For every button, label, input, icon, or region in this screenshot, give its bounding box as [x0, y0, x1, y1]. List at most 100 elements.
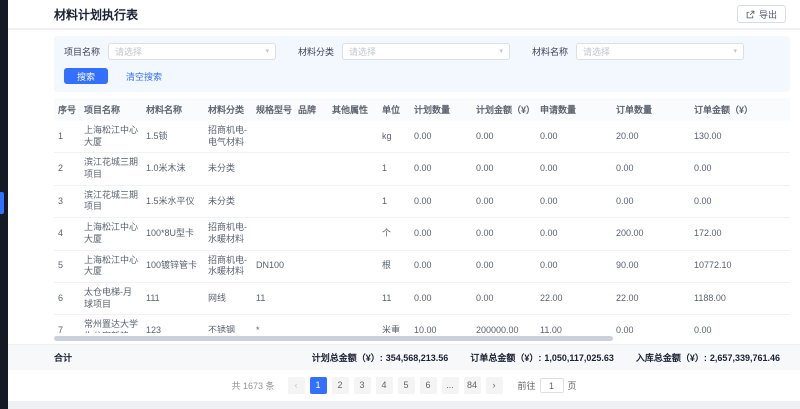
- goto-prefix-label: 前往: [518, 379, 536, 392]
- inbound-total-amount: 入库总金额（¥）:2,657,339,761.46: [636, 351, 780, 364]
- table-row: 4上海松江中心大厦100*8U型卡招商机电-水暖材料个0.000.000.002…: [54, 218, 790, 250]
- goto-page-input[interactable]: [540, 378, 564, 393]
- table-cell: 11: [252, 282, 294, 314]
- page-title: 材料计划执行表: [54, 6, 138, 23]
- table-cell: 0.00: [690, 185, 790, 217]
- column-header: 序号: [54, 98, 80, 121]
- table-cell: 0.00: [410, 153, 472, 185]
- table-cell: 招商机电-水暖材料: [204, 218, 252, 250]
- search-button[interactable]: 搜索: [64, 68, 108, 84]
- table-header-row: 序号项目名称材料名称材料分类规格型号品牌其他属性单位计划数量计划金额（¥）申请数…: [54, 98, 790, 121]
- table-cell: 0.00: [536, 121, 612, 153]
- pagination-goto: 前往 页: [518, 378, 577, 393]
- table-cell: [294, 153, 328, 185]
- select-placeholder: 请选择: [583, 45, 610, 58]
- table-cell: [328, 250, 378, 282]
- table-cell: [328, 218, 378, 250]
- pagination-page-5[interactable]: 5: [398, 377, 415, 394]
- table-cell: 0.00: [690, 315, 790, 333]
- table-cell: 0.00: [612, 153, 690, 185]
- pagination-page-6[interactable]: 6: [420, 377, 437, 394]
- clear-search-link[interactable]: 清空搜索: [126, 70, 162, 83]
- select-placeholder: 请选择: [349, 45, 376, 58]
- pagination-page-84[interactable]: 84: [464, 377, 481, 394]
- column-header: 单位: [378, 98, 410, 121]
- table-cell: [294, 250, 328, 282]
- table-row: 6太仓电梯-月球项目111网线11110.000.0022.0022.00118…: [54, 282, 790, 314]
- summary-total-label: 合计: [54, 351, 72, 364]
- page-header: 材料计划执行表 导出: [8, 0, 800, 28]
- table-cell: 滨江花城三期项目: [80, 153, 142, 185]
- column-header: 品牌: [294, 98, 328, 121]
- pagination-page-1[interactable]: 1: [310, 377, 327, 394]
- table-cell: [328, 153, 378, 185]
- table-cell: [294, 315, 328, 333]
- table-cell: [252, 121, 294, 153]
- filter-item-material-name: 材料名称 请选择 ▾: [532, 43, 744, 60]
- summary-row: 合计 计划总金额（¥）:354,568,213.56 订单总金额（¥）:1,05…: [8, 344, 800, 370]
- column-header: 计划金额（¥）: [472, 98, 536, 121]
- table-cell: 130.00: [690, 121, 790, 153]
- filter-label: 材料名称: [532, 45, 568, 58]
- table-cell: 1188.00: [690, 282, 790, 314]
- table-cell: 0.00: [410, 250, 472, 282]
- pagination: 共 1673 条 ‹ 123456...84 › 前往 页: [8, 370, 800, 401]
- table-cell: 20.00: [612, 121, 690, 153]
- horizontal-scrollbar-thumb[interactable]: [54, 336, 613, 341]
- table-cell: 0.00: [536, 218, 612, 250]
- pagination-page-2[interactable]: 2: [332, 377, 349, 394]
- table-cell: 200000.00: [472, 315, 536, 333]
- table-cell: 123: [142, 315, 204, 333]
- table-cell: 0.00: [536, 185, 612, 217]
- collapsed-sidebar[interactable]: [0, 0, 8, 409]
- pagination-prev-button[interactable]: ‹: [288, 377, 305, 394]
- export-button[interactable]: 导出: [737, 5, 786, 23]
- pagination-ellipsis[interactable]: ...: [442, 377, 459, 394]
- export-icon: [746, 10, 755, 19]
- column-header: 材料分类: [204, 98, 252, 121]
- project-name-select[interactable]: 请选择 ▾: [108, 43, 276, 60]
- table-cell: 上海松江中心大厦: [80, 250, 142, 282]
- table-cell: [328, 315, 378, 333]
- table-cell: 0.00: [410, 185, 472, 217]
- table-cell: 个: [378, 218, 410, 250]
- table-cell: 172.00: [690, 218, 790, 250]
- table-cell: 0.00: [472, 121, 536, 153]
- pagination-page-3[interactable]: 3: [354, 377, 371, 394]
- chevron-down-icon: ▾: [734, 48, 738, 55]
- table-cell: kg: [378, 121, 410, 153]
- chevron-down-icon: ▾: [266, 48, 270, 55]
- table-cell: [252, 153, 294, 185]
- table-cell: 1.5锁: [142, 121, 204, 153]
- column-header: 订单数量: [612, 98, 690, 121]
- table-cell: 1.0米木沫: [142, 153, 204, 185]
- table-row: 2滨江花城三期项目1.0米木沫未分类10.000.000.000.000.00: [54, 153, 790, 185]
- filter-item-project-name: 项目名称 请选择 ▾: [64, 43, 276, 60]
- table-cell: [328, 185, 378, 217]
- app-window: 材料计划执行表 导出 项目名称 请选择: [0, 0, 800, 409]
- filter-label: 项目名称: [64, 45, 100, 58]
- pagination-next-button[interactable]: ›: [486, 377, 503, 394]
- table-cell: 5: [54, 250, 80, 282]
- table-body: 1上海松江中心大厦1.5锁招商机电-电气材料kg0.000.000.0020.0…: [54, 121, 790, 333]
- table-row: 3滨江花城三期项目1.5米水平仪未分类10.000.000.000.000.00: [54, 185, 790, 217]
- material-category-select[interactable]: 请选择 ▾: [342, 43, 510, 60]
- table-cell: 根: [378, 250, 410, 282]
- table-cell: 1: [54, 121, 80, 153]
- pagination-page-4[interactable]: 4: [376, 377, 393, 394]
- table-row: 7常州置达大学生公寓新建123不锈钢*米重10.00200000.0011.00…: [54, 315, 790, 333]
- summary-items: 计划总金额（¥）:354,568,213.56 订单总金额（¥）:1,050,1…: [312, 351, 780, 364]
- table-cell: 1: [378, 153, 410, 185]
- table-cell: 0.00: [410, 282, 472, 314]
- filter-panel: 项目名称 请选择 ▾ 材料分类 请选择 ▾ 材料: [54, 36, 790, 92]
- goto-suffix-label: 页: [568, 379, 577, 392]
- select-placeholder: 请选择: [115, 45, 142, 58]
- export-label: 导出: [759, 8, 777, 21]
- table-cell: DN100: [252, 250, 294, 282]
- table-cell: 4: [54, 218, 80, 250]
- table-cell: 常州置达大学生公寓新建: [80, 315, 142, 333]
- table-cell: 太仓电梯-月球项目: [80, 282, 142, 314]
- material-name-select[interactable]: 请选择 ▾: [576, 43, 744, 60]
- main-area: 材料计划执行表 导出 项目名称 请选择: [8, 0, 800, 409]
- column-header: 申请数量: [536, 98, 612, 121]
